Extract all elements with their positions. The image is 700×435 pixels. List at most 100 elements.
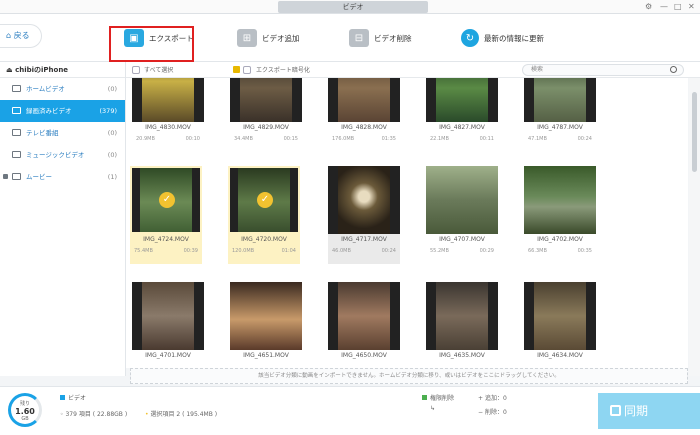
video-size: 66.3MB — [528, 248, 547, 254]
video-duration: 00:15 — [283, 136, 298, 142]
search-placeholder: 検索 — [531, 66, 544, 73]
video-size: 22.1MB — [430, 136, 449, 142]
lock-icon — [233, 66, 240, 73]
video-name: IMG_4707.MOV — [439, 236, 485, 243]
video-tile[interactable]: IMG_4787.MOV 47.1MB 00:24 — [524, 78, 596, 152]
arrow-icon: ↳ — [430, 405, 436, 412]
video-tile[interactable]: IMG_4702.MOV 66.3MB 00:35 — [524, 166, 596, 264]
permission-delete-label: 権限削除 — [430, 395, 455, 402]
video-size: 47.1MB — [528, 136, 547, 142]
video-tile[interactable]: IMG_4829.MOV 34.4MB 00:15 — [230, 78, 302, 152]
checkmark-icon[interactable]: ✓ — [257, 192, 273, 208]
home-video-icon — [12, 85, 21, 92]
video-name: IMG_4720.MOV — [241, 236, 287, 243]
maximize-icon[interactable]: □ — [674, 1, 682, 13]
video-size: 176.0MB — [332, 136, 355, 142]
video-duration: 01:04 — [281, 248, 296, 254]
video-grid: IMG_4830.MOV 20.9MB 00:10 IMG_4829.MOV 3… — [126, 78, 688, 368]
video-duration: 00:11 — [479, 136, 494, 142]
video-duration: 00:10 — [185, 136, 200, 142]
video-tile[interactable]: IMG_4828.MOV 176.0MB 01:35 — [328, 78, 400, 152]
video-tile[interactable]: IMG_4830.MOV 20.9MB 00:10 — [132, 78, 204, 152]
selected-items: • 選択項目 2 ( 195.4MB ) — [145, 411, 218, 418]
encrypt-checkbox[interactable] — [243, 66, 251, 74]
video-duration: 01:35 — [381, 136, 396, 142]
video-duration: 00:35 — [577, 248, 592, 254]
sidebar-label: テレビ番組 — [26, 129, 59, 137]
delete-video-label: ビデオ削除 — [374, 33, 412, 43]
video-duration: 00:24 — [577, 136, 592, 142]
minimize-icon[interactable]: — — [660, 1, 668, 13]
refresh-button[interactable]: ↻ 最新の情報に更新 — [461, 27, 544, 49]
sidebar-item-music-video[interactable]: ミュージックビデオ (0) — [0, 144, 125, 166]
storage-gauge: 残り 1.60 GB — [8, 393, 42, 427]
encrypt-label: エクスポート暗号化 — [256, 67, 310, 74]
video-tile-selected[interactable]: ✓ IMG_4724.MOV 75.4MB 00:39 — [130, 166, 202, 264]
delete-count-row: − 削除：0 — [478, 409, 507, 416]
video-name: IMG_4635.MOV — [439, 352, 485, 359]
video-name: IMG_4651.MOV — [243, 352, 289, 359]
camera-icon — [12, 107, 21, 114]
video-tile-selected[interactable]: ✓ IMG_4720.MOV 120.0MB 01:04 — [228, 166, 300, 264]
add-video-button[interactable]: ⊞ ビデオ追加 — [237, 27, 300, 49]
category-label: ビデオ — [68, 395, 87, 402]
video-duration: 00:29 — [479, 248, 494, 254]
video-tile[interactable]: IMG_4651.MOV — [230, 282, 302, 368]
video-thumbnail — [426, 78, 498, 122]
sidebar-label: ムービー — [26, 173, 52, 181]
video-duration: 00:24 — [381, 248, 396, 254]
drop-zone[interactable]: 該当ビデオ分類に動画をインポートできません。ホームビデオ分類に移り、或いはビデオ… — [130, 368, 688, 384]
close-icon[interactable]: ✕ — [688, 1, 695, 13]
lock-icon — [3, 174, 8, 179]
refresh-icon: ↻ — [461, 29, 479, 47]
sidebar-label: 録画済みビデオ — [26, 107, 72, 115]
scrollbar[interactable] — [689, 78, 700, 376]
sync-icon — [610, 405, 621, 416]
device-label: chibiのiPhone — [15, 66, 69, 74]
add-count: 0 — [502, 395, 507, 402]
movie-icon — [12, 173, 21, 180]
video-tile[interactable]: IMG_4827.MOV 22.1MB 00:11 — [426, 78, 498, 152]
video-thumbnail — [524, 166, 596, 234]
scrollbar-thumb[interactable] — [692, 92, 697, 172]
delete-video-icon: ⊟ — [349, 29, 369, 47]
gauge-value: 1.60 — [15, 407, 35, 416]
sidebar-item-movies[interactable]: ムービー (1) — [0, 166, 125, 188]
video-tile[interactable]: IMG_4717.MOV 46.0MB 00:24 — [328, 166, 400, 264]
add-video-label: ビデオ追加 — [262, 33, 300, 43]
video-thumbnail — [426, 282, 498, 350]
checkmark-icon[interactable]: ✓ — [159, 192, 175, 208]
video-name: IMG_4827.MOV — [439, 124, 485, 131]
video-thumbnail — [328, 282, 400, 350]
video-tile[interactable]: IMG_4634.MOV — [524, 282, 596, 368]
sidebar-item-home-video[interactable]: ホームビデオ (0) — [0, 78, 125, 100]
video-thumbnail — [328, 166, 400, 234]
back-button[interactable]: ⌂ 戻る — [0, 24, 42, 48]
select-all-checkbox[interactable] — [132, 66, 140, 74]
video-tile[interactable]: IMG_4635.MOV — [426, 282, 498, 368]
settings-gear-icon[interactable]: ⚙ — [645, 1, 652, 13]
sidebar-label: ミュージックビデオ — [26, 151, 85, 159]
video-tile[interactable]: IMG_4650.MOV — [328, 282, 400, 368]
sidebar-count: (1) — [107, 173, 117, 181]
total-items-text: 379 項目 ( 22.88GB ) — [65, 411, 128, 418]
gauge-label: 残り — [19, 401, 30, 407]
delete-video-button[interactable]: ⊟ ビデオ削除 — [349, 27, 412, 49]
sidebar-item-recorded-video[interactable]: 録画済みビデオ (379) — [0, 100, 125, 122]
video-name: IMG_4650.MOV — [341, 352, 387, 359]
gauge-unit: GB — [21, 416, 29, 422]
device-name[interactable]: ⏏ chibiのiPhone — [0, 62, 125, 78]
video-thumbnail — [524, 78, 596, 122]
video-tile[interactable]: IMG_4701.MOV — [132, 282, 204, 368]
highlight-box — [109, 26, 194, 62]
sidebar-count: (0) — [107, 151, 117, 159]
video-name: IMG_4701.MOV — [145, 352, 191, 359]
sidebar-count: (0) — [107, 129, 117, 137]
filter-bar: すべて選択 エクスポート暗号化 検索 — [126, 62, 700, 78]
sync-button[interactable]: 同期 — [598, 393, 700, 429]
video-tile[interactable]: IMG_4707.MOV 55.2MB 00:29 — [426, 166, 498, 264]
search-icon — [670, 66, 677, 73]
sidebar-item-tv-shows[interactable]: テレビ番組 (0) — [0, 122, 125, 144]
search-input[interactable]: 検索 — [522, 64, 684, 76]
delete-count: 0 — [502, 409, 507, 416]
